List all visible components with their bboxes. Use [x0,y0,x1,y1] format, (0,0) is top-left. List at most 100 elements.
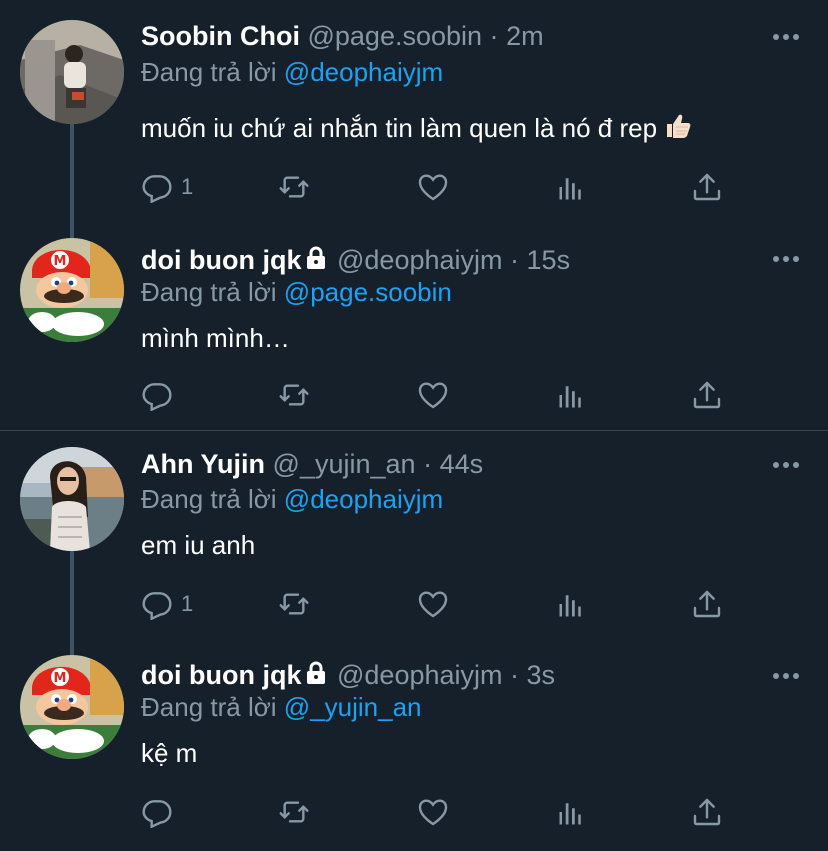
mention-link[interactable]: @page.soobin [284,277,452,307]
tweet-header: Soobin Choi @page.soobin · 2m [141,20,768,52]
reply-count: 1 [181,591,194,616]
mention-link[interactable]: @deophaiyjm [284,484,443,514]
comment-icon [142,592,172,620]
reply-button[interactable]: 1 [141,170,193,204]
display-name[interactable]: Ahn Yujin [141,449,265,479]
avatar[interactable] [20,447,124,551]
share-button[interactable] [691,795,723,829]
reply-button[interactable]: 1 [141,587,193,621]
replying-to-label: Đang trả lời [141,692,277,722]
replying-to: Đang trả lời @_yujin_an [141,691,422,723]
share-icon [693,798,721,826]
retweet-button[interactable] [277,795,311,829]
display-name[interactable]: doi buon jqk [141,660,301,690]
username[interactable]: @deophaiyjm [337,245,503,275]
analytics-icon [559,386,581,408]
separator-dot: · [489,21,499,51]
share-button[interactable] [691,378,723,412]
avatar[interactable] [20,20,124,124]
mention-link[interactable]: @_yujin_an [284,692,422,722]
thread-1: Soobin Choi @page.soobin · 2m Đang trả l… [0,0,828,430]
tweet-text: muốn iu chứ ai nhắn tin làm quen là nó đ… [141,112,692,144]
like-button[interactable] [417,587,449,621]
thumbs-up-emoji-icon [667,114,691,138]
heart-icon [418,799,448,826]
comment-icon [142,383,172,411]
share-icon [693,173,721,201]
replying-to-label: Đang trả lời [141,57,277,87]
analytics-button[interactable] [557,795,587,829]
heart-icon [418,382,448,409]
analytics-icon [559,178,581,200]
svg-text:M: M [54,671,67,686]
retweet-button[interactable] [277,170,311,204]
tweet-header: Ahn Yujin @_yujin_an · 44s [141,448,768,480]
display-name[interactable]: doi buon jqk [141,245,301,275]
tweet-text: kệ m [141,738,198,768]
like-button[interactable] [417,170,449,204]
tweet-text: mình mình… [141,323,290,353]
analytics-icon [559,803,581,825]
username[interactable]: @page.soobin [307,21,482,51]
tweet-actions: 1 [141,170,741,204]
display-name[interactable]: Soobin Choi [141,21,300,51]
lock-icon [307,661,326,684]
analytics-button[interactable] [557,378,587,412]
tweet-doibuon-reply[interactable]: M doi buon jqk @deophaiyjm · 3s Đang trả… [0,643,828,851]
share-button[interactable] [691,587,723,621]
separator-dot: · [423,449,433,479]
mention-link[interactable]: @deophaiyjm [284,57,443,87]
more-options-icon[interactable] [772,460,800,470]
analytics-button[interactable] [557,170,587,204]
retweet-button[interactable] [277,587,311,621]
more-options-icon[interactable] [772,32,800,42]
replying-to-label: Đang trả lời [141,277,277,307]
replying-to: Đang trả lời @deophaiyjm [141,483,443,515]
tweet-doibuon-reply[interactable]: M doi buon jqk @deophaiyjm · 15s Đang tr… [0,228,828,436]
tweet-text: em iu anh [141,530,256,560]
tweet-actions [141,795,741,829]
reply-count: 1 [181,174,194,199]
avatar[interactable]: M [20,238,124,342]
reply-button[interactable] [141,795,173,829]
avatar[interactable]: M [20,655,124,759]
heart-icon [418,174,448,201]
more-options-icon[interactable] [772,671,800,681]
separator-dot: · [510,245,520,275]
separator-dot: · [510,660,520,690]
tweet-soobin[interactable]: Soobin Choi @page.soobin · 2m Đang trả l… [0,0,828,208]
lock-icon [307,246,326,269]
retweet-icon [279,176,309,198]
comment-icon [142,175,172,203]
share-icon [693,381,721,409]
analytics-button[interactable] [557,587,587,621]
heart-icon [418,591,448,618]
replying-to-label: Đang trả lời [141,484,277,514]
timestamp[interactable]: 15s [527,245,571,275]
timestamp[interactable]: 2m [506,21,544,51]
tweet-header: doi buon jqk @deophaiyjm · 15s [141,244,768,276]
tweet-yujin[interactable]: Ahn Yujin @_yujin_an · 44s Đang trả lời … [0,431,828,639]
replying-to: Đang trả lời @deophaiyjm [141,56,443,88]
tweet-actions: 1 [141,587,741,621]
username[interactable]: @_yujin_an [273,449,416,479]
thread-2: Ahn Yujin @_yujin_an · 44s Đang trả lời … [0,431,828,838]
timestamp[interactable]: 44s [440,449,484,479]
svg-text:M: M [54,254,67,269]
analytics-icon [559,595,581,617]
tweet-text-content: muốn iu chứ ai nhắn tin làm quen là nó đ… [141,113,658,143]
like-button[interactable] [417,795,449,829]
timestamp[interactable]: 3s [527,660,556,690]
replying-to: Đang trả lời @page.soobin [141,276,452,308]
more-options-icon[interactable] [772,254,800,264]
retweet-icon [279,593,309,615]
like-button[interactable] [417,378,449,412]
share-icon [693,590,721,618]
retweet-icon [279,384,309,406]
retweet-button[interactable] [277,378,311,412]
share-button[interactable] [691,170,723,204]
reply-button[interactable] [141,378,173,412]
tweet-header: doi buon jqk @deophaiyjm · 3s [141,659,768,691]
username[interactable]: @deophaiyjm [337,660,503,690]
retweet-icon [279,801,309,823]
